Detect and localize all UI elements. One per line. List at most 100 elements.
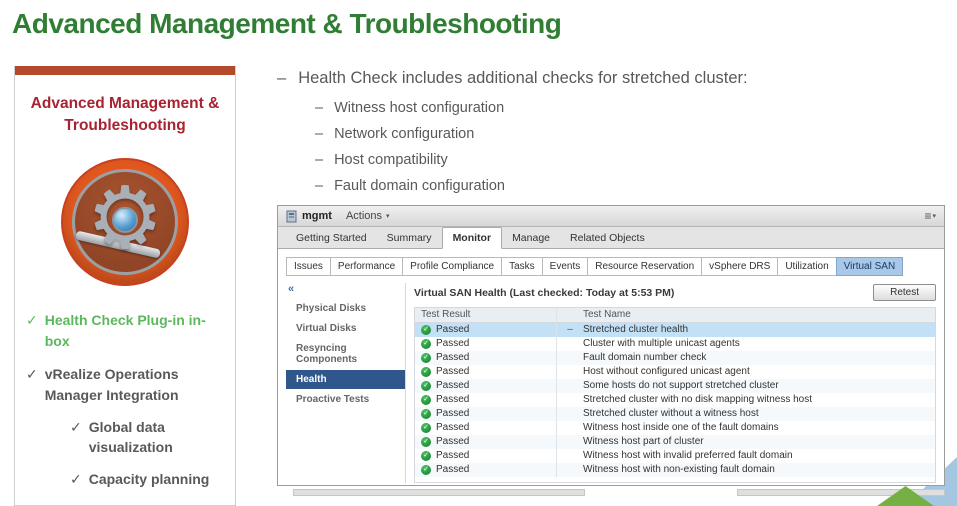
test-result: Passed [436,338,470,350]
dash-bullet: – [315,152,324,169]
checklist-subitem: ✓ Capacity planning [70,470,227,490]
bullet-item: – Witness host configuration [315,100,942,116]
test-name: Stretched cluster without a witness host [583,408,759,420]
bullet-item-text: Host compatibility [334,152,448,169]
subtab-profile-compliance[interactable]: Profile Compliance [402,257,503,276]
test-name: Stretched cluster health [583,324,689,336]
passed-icon: ✓ [421,436,431,447]
test-name: Witness host with invalid preferred faul… [583,450,793,462]
bullet-item: – Host compatibility [315,152,942,168]
test-result: Passed [436,464,470,476]
test-name: Stretched cluster with no disk mapping w… [583,394,812,406]
subtab-issues[interactable]: Issues [286,257,331,276]
table-row[interactable]: ✓ Passed Witness host with non-existing f… [415,462,935,477]
list-menu-icon[interactable]: ≡ ▾ [924,209,936,223]
bullet-item: – Network configuration [315,126,942,142]
test-result: Passed [436,422,470,434]
actions-menu[interactable]: Actions ▾ [346,210,390,222]
gear-badge: ⚙ [61,157,189,286]
subtab-events[interactable]: Events [541,257,589,276]
health-table-header: Test Result Test Name [415,307,935,323]
menu-lines-icon: ≡ [924,209,932,223]
test-result: Passed [436,380,470,392]
checklist-item: ✓ Health Check Plug-in in-box [26,310,227,352]
checklist-subitem: ✓ Global data visualization [70,418,227,457]
test-name: Some hosts do not support stretched clus… [583,380,779,392]
collapse-row-icon[interactable]: – [557,324,583,335]
subtab-resource-reservation[interactable]: Resource Reservation [587,257,703,276]
dash-bullet: – [315,126,324,143]
subtab-vsphere-drs[interactable]: vSphere DRS [701,257,779,276]
bullet-item-text: Fault domain configuration [334,178,505,195]
tab-monitor[interactable]: Monitor [441,227,503,249]
bullet-item-text: Witness host configuration [334,100,505,117]
dash-bullet: – [277,69,287,87]
checklist-subitem-label: Global data visualization [88,418,173,455]
window-fragment-bar [293,489,585,496]
column-header-test-result[interactable]: Test Result [415,307,557,322]
table-row[interactable]: ✓ Passed Cluster with multiple unicast ag… [415,336,935,351]
passed-icon: ✓ [421,366,431,377]
tab-summary[interactable]: Summary [377,228,442,248]
monitor-subtab-bar: Issues Performance Profile Compliance Ta… [286,257,936,276]
table-row[interactable]: ✓ Passed Witness host inside one of the f… [415,420,935,435]
sidebar-item-health[interactable]: Health [286,370,405,389]
passed-icon: ✓ [421,338,431,349]
test-result: Passed [436,366,470,378]
bullet-heading-text: Health Check includes additional checks … [298,69,748,87]
test-name: Witness host with non-existing fault dom… [583,464,775,476]
sidebar-item-physical-disks[interactable]: Physical Disks [286,299,405,318]
subtab-tasks[interactable]: Tasks [501,257,543,276]
page-title: Advanced Management & Troubleshooting [12,8,562,39]
tab-getting-started[interactable]: Getting Started [286,228,377,248]
bullet-item-text: Network configuration [334,126,475,143]
bullet-list: – Health Check includes additional check… [277,68,942,204]
test-result: Passed [436,408,470,420]
checklist-item-label: Health Check Plug-in in-box [44,311,206,349]
table-row[interactable]: ✓ Passed Witness host with invalid prefer… [415,448,935,463]
actions-label: Actions [345,210,383,222]
table-row[interactable]: ✓ Passed Witness host part of cluster [415,434,935,449]
column-header-test-name[interactable]: Test Name [557,309,935,320]
bullet-heading: – Health Check includes additional check… [277,68,942,89]
table-row[interactable]: ✓ Passed – Stretched cluster health [415,322,935,337]
sidebar-item-virtual-disks[interactable]: Virtual Disks [286,319,405,338]
table-row[interactable]: ✓ Passed Stretched cluster with no disk m… [415,392,935,407]
card-title: Advanced Management & Troubleshooting [30,95,220,135]
collapse-sidebar-icon[interactable]: « [288,284,405,295]
subtab-utilization[interactable]: Utilization [777,257,837,276]
main-tab-bar: Getting Started Summary Monitor Manage R… [278,227,944,249]
subtab-performance[interactable]: Performance [329,257,404,276]
tab-manage[interactable]: Manage [502,228,560,248]
table-row[interactable]: ✓ Passed Host without configured unicast … [415,364,935,379]
health-table: Test Result Test Name ✓ Passed – Stretched… [414,306,936,483]
test-name: Witness host part of cluster [583,436,704,448]
test-result: Passed [436,324,470,336]
checklist-item-label: vRealize Operations Manager Integration [44,365,179,403]
tab-related-objects[interactable]: Related Objects [560,228,655,248]
monitor-sidebar: « Physical Disks Virtual Disks Resyncing… [286,283,406,483]
test-result: Passed [436,352,470,364]
table-row[interactable]: ✓ Passed Some hosts do not support stretc… [415,378,935,393]
card-top-bar [15,66,235,75]
feature-card: Advanced Management & Troubleshooting ⚙ … [14,66,236,506]
vsphere-screenshot: mgmt Actions ▾ ≡ ▾ Getting Started Summa… [277,205,945,486]
health-pane-title: Virtual SAN Health (Last checked: Today … [414,286,675,299]
checklist-item: ✓ vRealize Operations Manager Integratio… [26,364,227,406]
object-name: mgmt [302,210,332,222]
bullet-sublist: – Witness host configuration – Network c… [315,100,942,194]
table-row[interactable]: ✓ Passed Fault domain number check [415,350,935,365]
split-view: « Physical Disks Virtual Disks Resyncing… [286,283,936,483]
gear-hub [112,206,138,233]
subtab-virtual-san[interactable]: Virtual SAN [835,257,904,276]
check-icon: ✓ [70,471,82,488]
test-name: Fault domain number check [583,352,707,364]
bullet-item: – Fault domain configuration [315,178,942,194]
cluster-icon [286,210,297,222]
passed-icon: ✓ [421,324,431,335]
table-row[interactable]: ✓ Passed Stretched cluster without a witn… [415,406,935,421]
test-result: Passed [436,450,470,462]
sidebar-item-resyncing-components[interactable]: Resyncing Components [286,339,405,369]
retest-button[interactable]: Retest [873,284,936,302]
sidebar-item-proactive-tests[interactable]: Proactive Tests [286,390,405,409]
